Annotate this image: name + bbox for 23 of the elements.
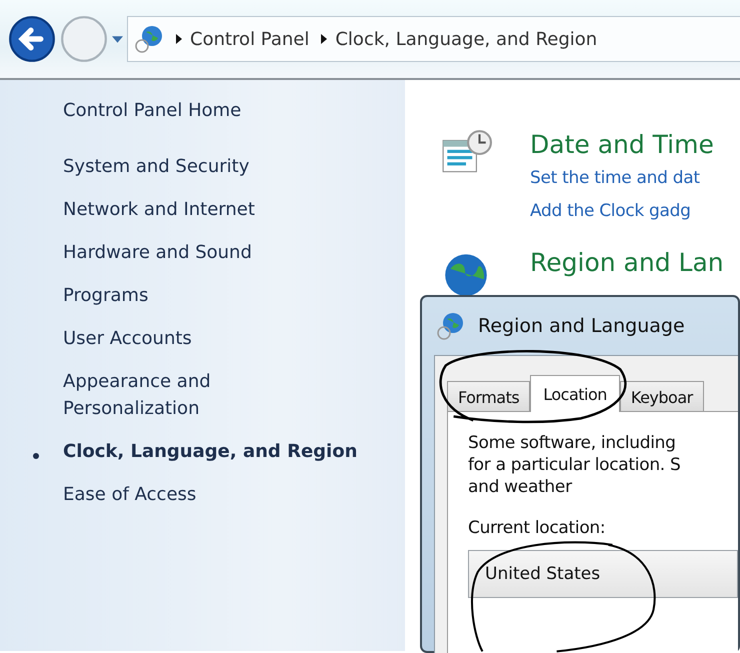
sidebar-item[interactable]: Clock, Language, and Region	[63, 438, 358, 465]
task-link[interactable]: Set the time and dat	[530, 162, 714, 195]
sidebar-item[interactable]: User Accounts	[63, 325, 192, 352]
tab[interactable]: Location	[530, 375, 620, 412]
tab[interactable]: Keyboar	[620, 381, 704, 411]
field-label: Current location:	[468, 518, 606, 538]
category-link[interactable]: Region and Lan	[530, 246, 724, 280]
sidebar-item[interactable]: Appearance and Personalization	[63, 368, 263, 422]
description-text: Some software, including for a particular location. S and weather	[468, 432, 682, 498]
breadcrumb-item[interactable]: Clock, Language, and Region	[335, 28, 598, 50]
sidebar-item[interactable]: Programs	[63, 282, 148, 309]
location-dropdown[interactable]: United States	[468, 550, 738, 598]
category-link[interactable]: Date and Time	[530, 128, 714, 162]
dialog-title: Region and Language	[478, 315, 685, 337]
sidebar-link[interactable]: Control Panel Home	[63, 100, 405, 121]
sidebar-item[interactable]: Network and Internet	[63, 196, 255, 223]
address-bar[interactable]: Control Panel Clock, Language, and Region	[127, 16, 740, 62]
sidebar-item[interactable]: Ease of Access	[63, 481, 196, 508]
sidebar-item[interactable]: System and Security	[63, 153, 250, 180]
tab[interactable]: Formats	[447, 381, 530, 411]
breadcrumb-item[interactable]: Control Panel	[190, 28, 310, 50]
sidebar-item[interactable]: Hardware and Sound	[63, 239, 252, 266]
task-link[interactable]: Add the Clock gadg	[530, 195, 714, 228]
